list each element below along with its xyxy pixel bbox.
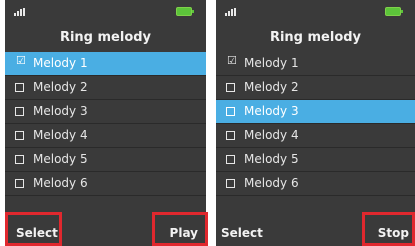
melody-label: Melody 2 [244, 80, 299, 94]
list-item[interactable]: ☑ Melody 1 [5, 52, 206, 76]
checkbox-icon [15, 83, 24, 92]
melody-label: Melody 6 [33, 176, 88, 190]
checkbox-icon [15, 155, 24, 164]
battery-icon [176, 7, 194, 16]
phone-screen-2: Ring melody ☑ Melody 1 Melody 2 Melody 3 … [216, 0, 415, 246]
list-item[interactable]: Melody 2 [216, 76, 415, 100]
checkbox-icon [15, 107, 24, 116]
list-item[interactable]: Melody 4 [5, 124, 206, 148]
melody-label: Melody 1 [33, 56, 88, 70]
checkmark-icon: ☑ [227, 54, 237, 67]
melody-label: Melody 5 [244, 152, 299, 166]
select-softkey[interactable]: Select [221, 226, 263, 240]
play-highlight-frame [152, 212, 208, 246]
battery-icon [385, 7, 403, 16]
melody-label: Melody 5 [33, 152, 88, 166]
list-item[interactable]: Melody 4 [216, 124, 415, 148]
list-item[interactable]: Melody 6 [5, 172, 206, 196]
checkbox-icon [15, 179, 24, 188]
checkbox-icon [226, 179, 235, 188]
list-item[interactable]: ☑ Melody 1 [216, 52, 415, 76]
status-bar [216, 0, 415, 22]
list-item[interactable]: Melody 5 [5, 148, 206, 172]
melody-label: Melody 4 [33, 128, 88, 142]
checkmark-icon: ☑ [16, 54, 26, 67]
stop-highlight-frame [362, 212, 415, 246]
phone-screen-1: Ring melody ☑ Melody 1 Melody 2 Melody 3 … [5, 0, 206, 246]
melody-label: Melody 3 [33, 104, 88, 118]
melody-list: ☑ Melody 1 Melody 2 Melody 3 Melody 4 Mel… [5, 52, 206, 196]
checkbox-icon [15, 131, 24, 140]
list-item[interactable]: Melody 2 [5, 76, 206, 100]
melody-label: Melody 6 [244, 176, 299, 190]
melody-label: Melody 3 [244, 104, 299, 118]
checkbox-icon [226, 155, 235, 164]
checkbox-icon [226, 131, 235, 140]
melody-label: Melody 4 [244, 128, 299, 142]
checkbox-icon [226, 107, 235, 116]
list-item[interactable]: Melody 5 [216, 148, 415, 172]
melody-list: ☑ Melody 1 Melody 2 Melody 3 Melody 4 Mel… [216, 52, 415, 196]
screen-title: Ring melody [269, 30, 362, 45]
signal-strength-icon [225, 8, 239, 16]
status-bar [5, 0, 206, 22]
screen-title: Ring melody [59, 30, 152, 45]
list-item[interactable]: Melody 3 [216, 100, 415, 124]
melody-label: Melody 2 [33, 80, 88, 94]
list-item[interactable]: Melody 3 [5, 100, 206, 124]
list-item[interactable]: Melody 6 [216, 172, 415, 196]
melody-label: Melody 1 [244, 56, 299, 70]
select-highlight-frame [5, 212, 62, 246]
signal-strength-icon [14, 8, 28, 16]
checkbox-icon [226, 83, 235, 92]
